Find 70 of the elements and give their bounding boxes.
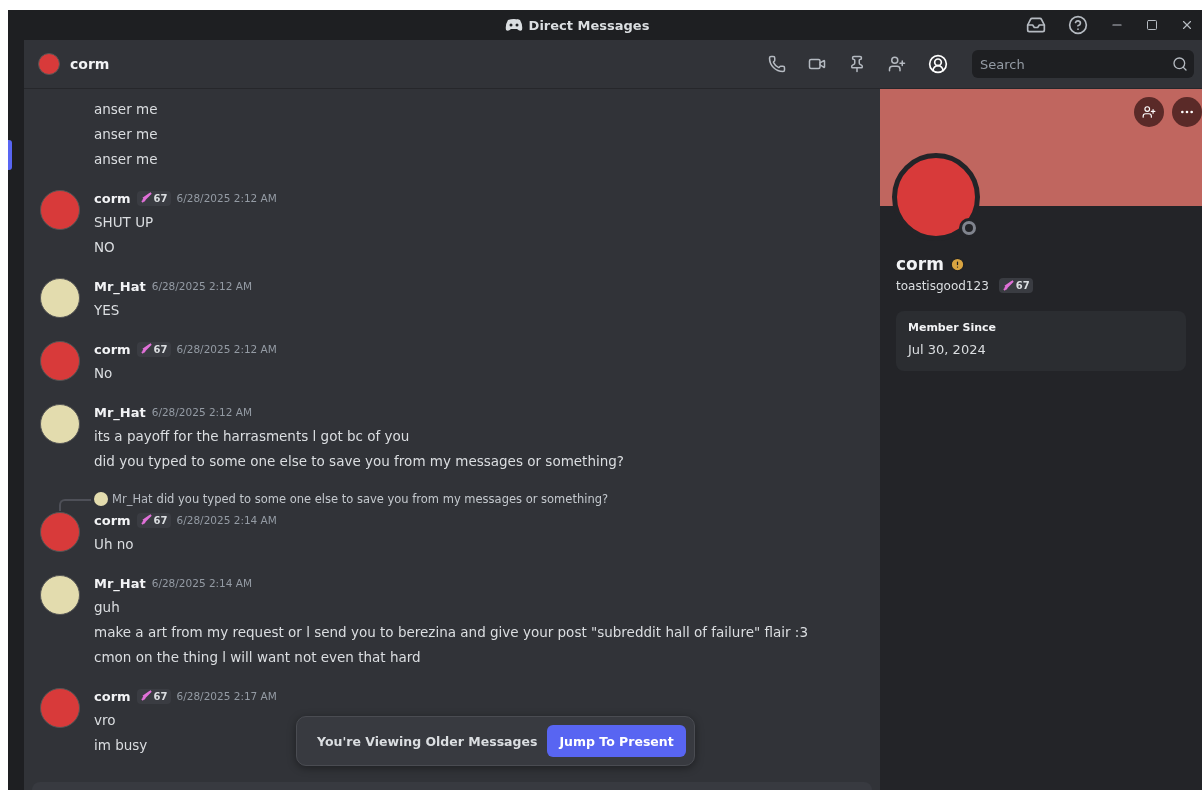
message-text: YES (94, 301, 121, 320)
display-name: corm (896, 254, 944, 274)
message-text: anser me (94, 100, 159, 119)
message-text: vro (94, 711, 117, 730)
sword-icon (139, 514, 152, 526)
reply-preview[interactable]: did you typed to some one else to save you from my messages or something? (156, 492, 609, 506)
channel-name: corm (70, 56, 111, 72)
add-user-icon (1142, 105, 1156, 119)
reply-connector (59, 499, 91, 511)
sword-icon (1001, 279, 1014, 292)
phone-call-icon[interactable] (768, 55, 786, 73)
author-name[interactable]: Mr_Hat (94, 278, 146, 294)
author-name[interactable]: Mr_Hat (94, 404, 146, 420)
clan-tag[interactable]: 67 (136, 688, 171, 704)
timestamp: 6/28/2025 2:14 AM (151, 577, 253, 589)
message-text: guh (94, 598, 121, 617)
search-field[interactable]: Search (972, 50, 1194, 78)
older-messages-notice: You're Viewing Older Messages (317, 733, 538, 749)
reply-author[interactable]: Mr_Hat (112, 492, 153, 506)
author-name[interactable]: Mr_Hat (94, 575, 146, 591)
window-title: Direct Messages (528, 17, 650, 33)
avatar[interactable] (40, 278, 80, 318)
warning-icon[interactable] (949, 256, 965, 272)
help-icon[interactable] (1068, 15, 1088, 35)
close-icon[interactable] (1180, 18, 1194, 32)
message-text: did you typed to some one else to save you from my messages or something? (94, 452, 624, 471)
timestamp: 6/28/2025 2:12 AM (151, 406, 253, 418)
game-controller-icon (504, 18, 523, 32)
clan-tag[interactable]: 67 (136, 341, 171, 357)
timestamp: 6/28/2025 2:12 AM (176, 343, 277, 355)
timestamp: 6/28/2025 2:12 AM (151, 280, 253, 292)
member-since-date: Jul 30, 2024 (908, 342, 987, 357)
timestamp: 6/28/2025 2:12 AM (176, 192, 277, 204)
message-text: anser me (94, 150, 159, 169)
sword-icon (139, 343, 152, 355)
selection-indicator (8, 140, 12, 170)
clan-tag[interactable]: 67 (136, 512, 171, 528)
avatar (38, 53, 60, 75)
user-profile-icon[interactable] (928, 54, 948, 74)
clan-tag[interactable]: 67 (136, 190, 171, 206)
author-name[interactable]: corm (94, 190, 131, 206)
timestamp: 6/28/2025 2:17 AM (176, 690, 277, 702)
clan-tag[interactable]: 67 (998, 278, 1033, 293)
maximize-icon[interactable] (1146, 19, 1158, 31)
message-text: its a payoff for the harrasments l got bc of you (94, 427, 411, 446)
member-since-label: Member Since (908, 321, 997, 334)
message-text: make a art from my request or l send you to berezina and give your post "subreddit hall of failure" flair :3 (94, 623, 808, 642)
timestamp: 6/28/2025 2:14 AM (176, 514, 277, 526)
add-friend-button[interactable] (1134, 97, 1164, 127)
avatar[interactable] (40, 575, 80, 615)
search-icon (1172, 56, 1188, 72)
avatar[interactable] (40, 404, 80, 444)
username: toastisgood123 (896, 278, 989, 293)
message-text: cmon on the thing l will want not even that hard (94, 648, 422, 667)
message-text: NO (94, 238, 116, 257)
sword-icon (139, 192, 152, 204)
message-text: im busy (94, 736, 149, 755)
author-name[interactable]: corm (94, 341, 131, 357)
author-name[interactable]: corm (94, 688, 131, 704)
message-text: No (94, 364, 114, 383)
message-text: anser me (94, 125, 159, 144)
pin-icon[interactable] (848, 55, 866, 73)
inbox-icon[interactable] (1026, 15, 1046, 35)
more-button[interactable] (1172, 97, 1202, 127)
message-text: Uh no (94, 535, 135, 554)
message-text: SHUT UP (94, 213, 155, 232)
jump-to-present-button[interactable]: Jump To Present (547, 725, 686, 757)
add-user-icon[interactable] (888, 55, 906, 73)
sword-icon (139, 690, 152, 702)
author-name[interactable]: corm (94, 512, 131, 528)
